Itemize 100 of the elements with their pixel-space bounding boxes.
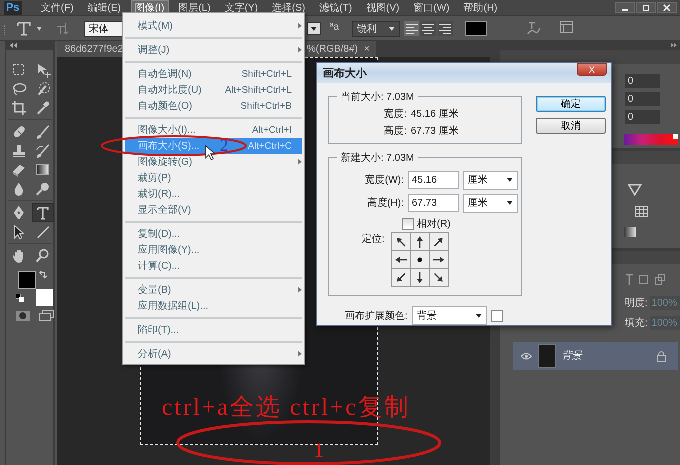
menu-item[interactable]: 应用数据组(L)...: [125, 298, 302, 314]
layer-row[interactable]: 背景: [513, 342, 678, 370]
color-value-field[interactable]: 0: [625, 92, 660, 106]
close-icon: [663, 4, 671, 12]
dialog-button[interactable]: 确定: [536, 96, 606, 112]
arrow-icon: [394, 236, 407, 248]
type-tool-tool[interactable]: [32, 203, 54, 222]
field-label: 高度(H):: [367, 196, 404, 210]
menu-item[interactable]: 编辑(E): [84, 0, 126, 15]
dialog-button[interactable]: 取消: [536, 118, 606, 134]
fill-label: 填充:: [625, 316, 648, 330]
anchor-button[interactable]: [392, 233, 410, 250]
size-label: 高度:: [384, 124, 407, 138]
menu-item[interactable]: 视图(V): [362, 0, 404, 15]
color-swatch[interactable]: [490, 310, 503, 322]
arrow-icon: [432, 236, 445, 248]
menu-item[interactable]: 裁剪(P): [125, 170, 302, 186]
dodge-icon: [35, 180, 51, 196]
triangle-icon: [628, 184, 642, 196]
anchor-button[interactable]: [430, 233, 448, 250]
default-colors-icon: [16, 294, 24, 302]
maximize-button[interactable]: [636, 2, 656, 13]
menu-item[interactable]: 滤镜(T): [316, 0, 356, 15]
menu-item[interactable]: 自动颜色(O) Shift+Ctrl+B: [125, 98, 302, 114]
menu-item[interactable]: 窗口(W): [410, 0, 454, 15]
unit-dropdown[interactable]: 厘米: [463, 170, 518, 190]
panels-icon: [560, 21, 574, 34]
anchor-button[interactable]: [392, 251, 410, 268]
annotation-number: 1: [314, 440, 324, 463]
anchor-button[interactable]: [410, 251, 429, 268]
type-tool-icon: [16, 21, 32, 37]
color-value-field[interactable]: 0: [625, 110, 660, 124]
layer-thumbnail: [538, 344, 556, 368]
anti-alias-label: ªa: [330, 22, 340, 33]
menu-item[interactable]: 分析(A): [125, 346, 302, 362]
background-color-swatch[interactable]: [36, 289, 53, 306]
menu-item[interactable]: 图像旋转(G): [125, 154, 302, 170]
extension-color-label: 画布扩展颜色:: [345, 310, 408, 322]
dialog-title: 画布大小: [323, 66, 367, 80]
pen-icon: [11, 204, 27, 220]
gradient-map-icon: [624, 227, 636, 237]
unit-dropdown[interactable]: 厘米: [463, 194, 518, 212]
color-value-field[interactable]: 0: [625, 74, 660, 88]
menu-item[interactable]: 陷印(T)...: [125, 322, 302, 338]
arrow-icon: [394, 272, 407, 284]
align-center-icon[interactable]: [421, 21, 436, 36]
menu-item[interactable]: 应用图像(Y)...: [125, 242, 302, 258]
color-spectrum[interactable]: [624, 134, 678, 145]
close-button[interactable]: X: [577, 63, 607, 76]
menu-item[interactable]: 计算(C)...: [125, 258, 302, 274]
tab-close-button[interactable]: ×: [364, 44, 370, 54]
anchor-button[interactable]: [430, 251, 448, 268]
close-button[interactable]: [657, 2, 677, 13]
crop-icon: [11, 100, 27, 116]
menu-item[interactable]: 帮助(H): [460, 0, 502, 15]
menu-item[interactable]: 自动色调(N) Shift+Ctrl+L: [125, 66, 302, 82]
group-legend: 新建大小: 7.03M: [337, 151, 418, 165]
caret-icon: [37, 27, 42, 31]
annotation-caption: ctrl+a全选 ctrl+c复制: [162, 394, 410, 423]
brush-icon: [35, 124, 51, 140]
tab-title: %(RGB/8#): [307, 44, 358, 54]
menu-item[interactable]: 文件(F): [37, 0, 78, 15]
menu-item[interactable]: 变量(B): [125, 282, 302, 298]
anchor-button[interactable]: [410, 233, 429, 250]
align-left-icon[interactable]: [404, 21, 419, 36]
text-color-swatch[interactable]: [465, 21, 487, 36]
caret-icon: [507, 178, 513, 182]
align-right-icon[interactable]: [438, 21, 453, 36]
stamp-icon: [11, 142, 27, 158]
menu-item[interactable]: 图像大小(I)... Alt+Ctrl+I: [125, 122, 302, 138]
menu-item[interactable]: 调整(J): [125, 42, 302, 58]
layer-name: 背景: [562, 350, 584, 363]
anchor-label: 定位:: [362, 232, 385, 247]
tab-title: 86d6277f9e2: [65, 44, 121, 54]
menu-item[interactable]: 模式(M): [125, 18, 302, 34]
extension-color-dropdown[interactable]: 背景: [412, 306, 487, 325]
text-orientation-icon: [56, 21, 70, 35]
menu-item[interactable]: 显示全部(V): [125, 202, 302, 218]
lasso-icon: [11, 80, 27, 96]
caret-icon: [311, 26, 317, 30]
anchor-button[interactable]: [392, 269, 410, 286]
size-input[interactable]: 45.16: [408, 171, 459, 189]
opacity-label: 明度:: [625, 296, 648, 310]
line-icon: [35, 224, 51, 240]
anti-alias-dropdown[interactable]: 锐利: [352, 21, 400, 37]
gradient-icon: [35, 162, 51, 178]
dropdown-button[interactable]: [307, 22, 321, 35]
menu-item[interactable]: 自动对比度(U) Alt+Shift+Ctrl+L: [125, 82, 302, 98]
anchor-button[interactable]: [430, 269, 448, 286]
size-input[interactable]: 67.73: [408, 194, 459, 212]
foreground-color-swatch[interactable]: [18, 271, 36, 289]
menu-item[interactable]: 复制(D)...: [125, 226, 302, 242]
field-label: 宽度(W):: [365, 174, 404, 187]
menu-item[interactable]: 裁切(R)...: [125, 186, 302, 202]
marquee-icon: [11, 62, 27, 78]
minimize-button[interactable]: [615, 2, 635, 13]
checkbox-label: 相对(R): [417, 218, 451, 231]
checkbox[interactable]: [402, 218, 414, 230]
quick-mask-icon: [15, 310, 31, 322]
anchor-button[interactable]: [410, 269, 429, 286]
